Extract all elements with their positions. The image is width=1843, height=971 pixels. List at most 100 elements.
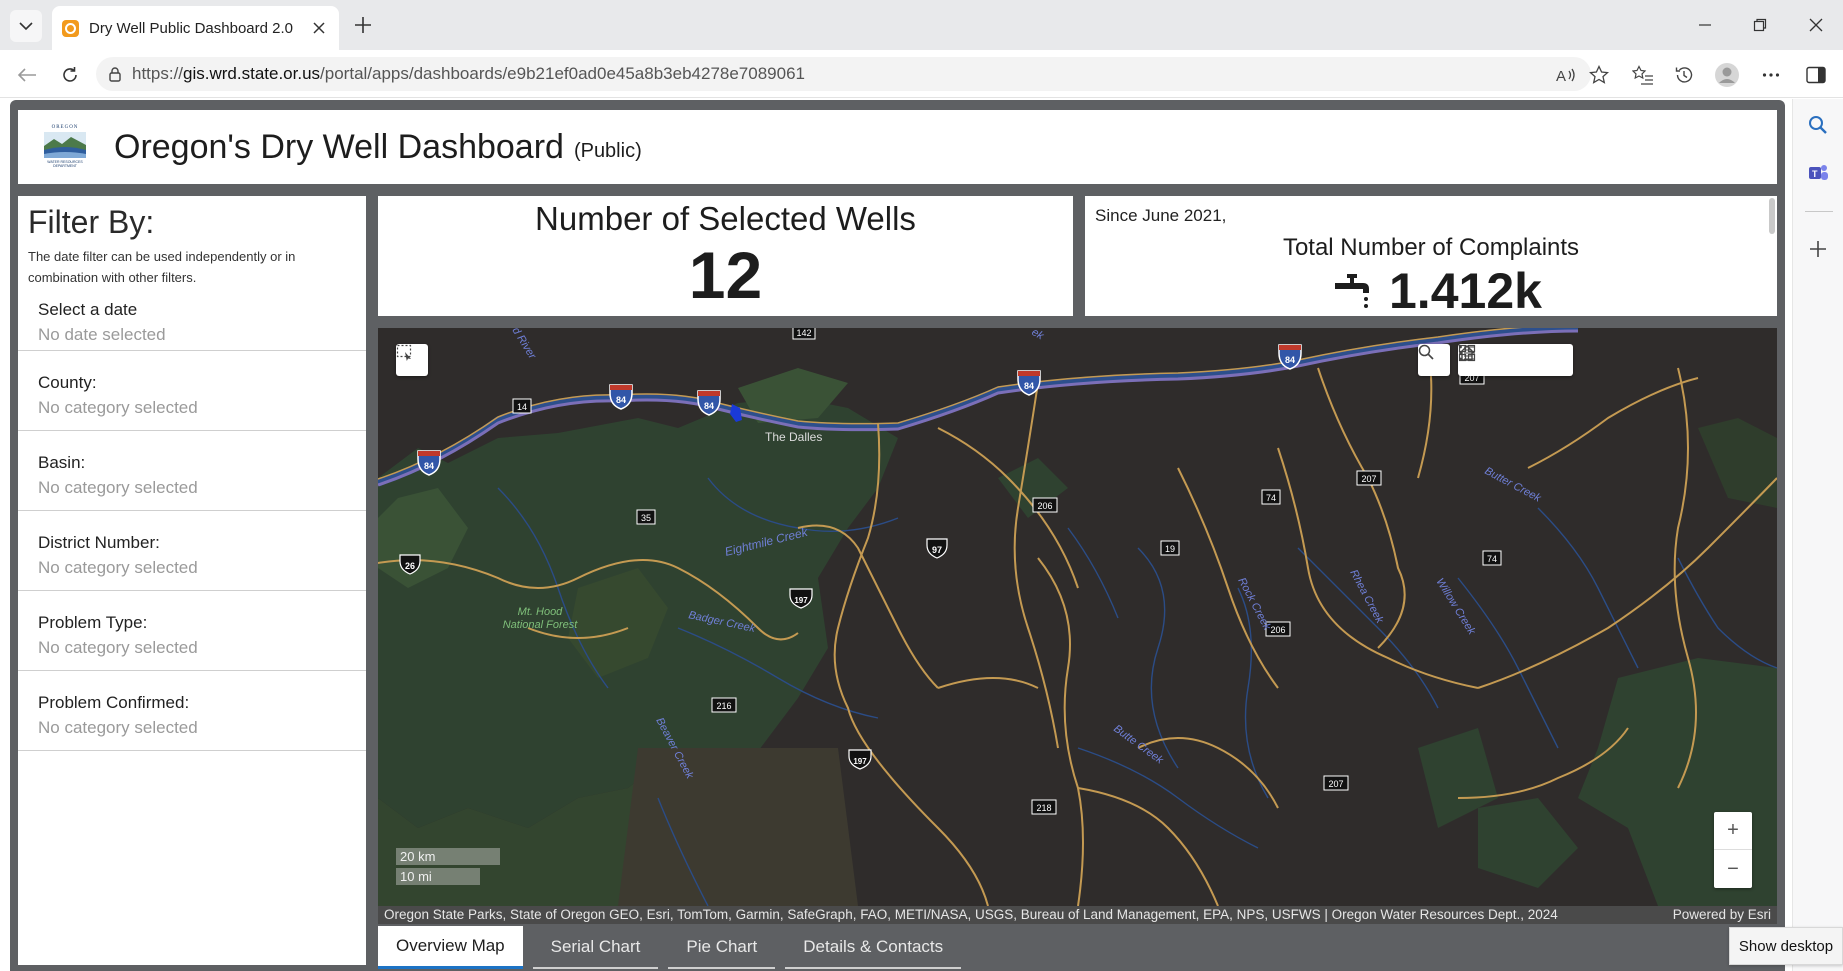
- search-icon: [1809, 116, 1827, 134]
- map-search-button[interactable]: [1418, 344, 1450, 376]
- favorites-button[interactable]: [1629, 61, 1657, 89]
- shield-label: 142: [796, 328, 811, 338]
- shield-label: 84: [1024, 381, 1034, 391]
- shield-label: 84: [1285, 355, 1295, 365]
- filter-divider: [18, 750, 366, 751]
- creek-label: ek: [1030, 328, 1046, 343]
- forest-area: [1698, 418, 1777, 508]
- svg-text:A: A: [1556, 68, 1566, 84]
- complaints-since: Since June 2021,: [1095, 206, 1227, 225]
- hood-river-label: d River: [509, 328, 538, 362]
- tab-list-button[interactable]: [10, 10, 42, 42]
- owrd-logo: OREGON WATER RESOURCES DEPARTMENT: [44, 125, 86, 169]
- close-tab-button[interactable]: [309, 18, 329, 39]
- filter-value: No category selected: [38, 398, 198, 417]
- sidebar-toggle-button[interactable]: [1802, 61, 1830, 89]
- plus-icon: [355, 17, 371, 33]
- county-filter[interactable]: County: No category selected: [18, 350, 366, 430]
- basin-filter[interactable]: Basin: No category selected: [18, 430, 366, 510]
- selected-wells-value: 12: [688, 238, 763, 312]
- the-dalles-label: The Dalles: [765, 430, 822, 444]
- route-35-marker: 35: [636, 509, 656, 525]
- tab-serial-chart[interactable]: Serial Chart: [532, 926, 659, 969]
- oregon-landscape-icon: [44, 132, 86, 158]
- show-desktop-tooltip: Show desktop: [1729, 927, 1843, 965]
- read-aloud-button[interactable]: A: [1552, 61, 1580, 89]
- interstate-84-shield: 84: [609, 384, 633, 410]
- filter-value: No category selected: [38, 478, 198, 497]
- shield-label: 14: [517, 402, 527, 412]
- refresh-button[interactable]: [55, 60, 85, 90]
- profile-button[interactable]: [1713, 61, 1741, 89]
- favorite-button[interactable]: [1585, 61, 1613, 89]
- dashboard-header: OREGON WATER RESOURCES DEPARTMENT Oregon…: [18, 110, 1777, 184]
- zoom-in-button[interactable]: +: [1714, 812, 1752, 850]
- lock-icon: [109, 67, 121, 82]
- new-tab-button[interactable]: [350, 12, 376, 38]
- page-title: Oregon's Dry Well Dashboard: [114, 127, 564, 166]
- sidebar-add-button[interactable]: [1804, 235, 1832, 263]
- filter-panel: Filter By: The date filter can be used i…: [18, 196, 366, 965]
- district-number-filter[interactable]: District Number: No category selected: [18, 510, 366, 590]
- sidebar-search-button[interactable]: [1804, 111, 1832, 139]
- back-button[interactable]: [12, 60, 42, 90]
- sidebar-teams-button[interactable]: T: [1804, 159, 1832, 187]
- tab-pie-chart[interactable]: Pie Chart: [668, 926, 776, 969]
- scrollbar[interactable]: [1769, 198, 1775, 234]
- url-path: /portal/apps/dashboards/e9b21ef0ad0e45a8…: [320, 64, 805, 83]
- select-features-button[interactable]: [396, 344, 428, 376]
- shield-label: 35: [641, 513, 651, 523]
- shield-label: 207: [1328, 779, 1343, 789]
- url-field[interactable]: https://gis.wrd.state.or.us/portal/apps/…: [96, 57, 1591, 91]
- overview-map[interactable]: 84 84 84 84 84 26 97 197 197 14 142 35 2…: [378, 328, 1777, 906]
- filter-value: No category selected: [38, 558, 198, 577]
- settings-more-button[interactable]: [1757, 61, 1785, 89]
- favorites-list-icon: [1632, 65, 1653, 85]
- shield-label: 197: [794, 596, 808, 605]
- date-filter[interactable]: Select a date No date selected: [18, 278, 366, 358]
- tab-overview-map[interactable]: Overview Map: [378, 926, 523, 969]
- shield-label: 207: [1361, 474, 1376, 484]
- problem-confirmed-filter[interactable]: Problem Confirmed: No category selected: [18, 670, 366, 750]
- route-207-marker: 207: [1323, 775, 1349, 791]
- interstate-84-shield: 84: [697, 390, 721, 416]
- dashboard-favicon-icon: [62, 19, 79, 37]
- shield-label: 74: [1487, 554, 1497, 564]
- complaints-value-row: 1.412k: [1333, 262, 1542, 320]
- close-window-button[interactable]: [1803, 12, 1829, 38]
- history-button[interactable]: [1670, 61, 1698, 89]
- powered-by-esri[interactable]: Powered by Esri: [1673, 906, 1771, 924]
- shield-label: 84: [704, 401, 714, 411]
- address-bar-row: https://gis.wrd.state.or.us/portal/apps/…: [0, 50, 1843, 98]
- complaints-value: 1.412k: [1389, 263, 1542, 319]
- willow-creek-label: Willow Creek: [1433, 576, 1477, 637]
- refresh-icon: [63, 67, 77, 82]
- route-206-marker: 206: [1032, 497, 1058, 513]
- route-142-marker: 142: [792, 328, 816, 340]
- complaints-title: Total Number of Complaints: [1282, 234, 1580, 261]
- sidebar-icon: [1806, 66, 1826, 84]
- faucet-icon: [1335, 274, 1369, 308]
- close-icon: [313, 21, 325, 34]
- tab-details-contacts[interactable]: Details & Contacts: [785, 926, 962, 969]
- minimize-icon: [1699, 24, 1711, 26]
- route-74-marker: 74: [1482, 550, 1502, 566]
- us-197-shield: 197: [848, 749, 872, 770]
- filter-value: No date selected: [38, 325, 166, 344]
- forest-area: [1478, 798, 1578, 888]
- browser-tab[interactable]: Dry Well Public Dashboard 2.0: [52, 6, 339, 50]
- filter-label: Problem Type:: [38, 613, 148, 632]
- butter-creek-label: Butter Creek: [1483, 465, 1544, 505]
- sidebar-divider: [1805, 211, 1833, 212]
- page-subtitle: (Public): [573, 139, 642, 162]
- teams-icon: T: [1809, 165, 1828, 180]
- forest-area: [618, 748, 858, 906]
- restore-button[interactable]: [1747, 12, 1773, 38]
- back-arrow-icon: [17, 68, 36, 82]
- route-207-marker: 207: [1356, 470, 1382, 486]
- problem-type-filter[interactable]: Problem Type: No category selected: [18, 590, 366, 670]
- search-icon: [1418, 344, 1434, 360]
- shield-label: 74: [1266, 493, 1276, 503]
- minimize-button[interactable]: [1692, 12, 1718, 38]
- zoom-out-button[interactable]: −: [1714, 850, 1752, 888]
